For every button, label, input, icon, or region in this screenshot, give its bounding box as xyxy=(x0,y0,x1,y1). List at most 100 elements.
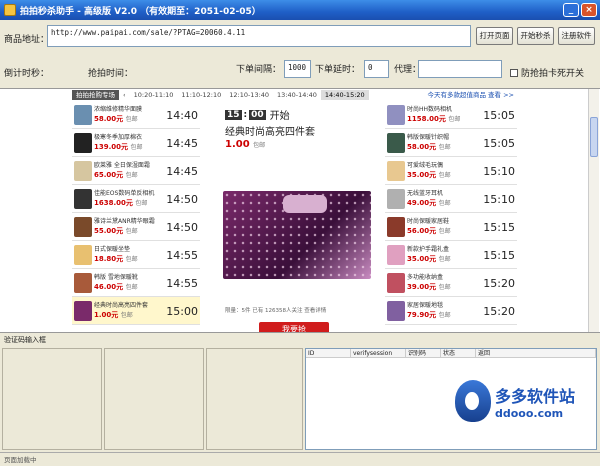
product-name: 无线蓝牙耳机 xyxy=(407,190,444,197)
product-sold: 包邮 xyxy=(120,312,133,319)
scrollbar-thumb[interactable] xyxy=(590,117,598,157)
product-list-item[interactable]: 极寒冬季加厚棉衣 139.00元 包邮 14:45 xyxy=(72,129,200,157)
product-price: 79.90元 包邮 xyxy=(407,311,451,319)
product-name: 雅诗兰黛ANR精华眼霜 xyxy=(94,218,155,225)
product-list-item[interactable]: 可爱绒毛玩偶 35.00元 包邮 15:10 xyxy=(385,157,517,185)
product-list-item[interactable]: 经典时尚高亮四件套 1.00元 包邮 15:00 xyxy=(72,297,200,325)
product-time: 14:55 xyxy=(166,277,198,290)
tab-time[interactable]: 13:40-14:40 xyxy=(273,90,321,100)
product-thumbnail[interactable] xyxy=(74,105,92,125)
product-thumbnail[interactable] xyxy=(74,189,92,209)
product-thumbnail[interactable] xyxy=(74,161,92,181)
column-header[interactable]: 返回 xyxy=(476,349,596,357)
product-thumbnail[interactable] xyxy=(387,301,405,321)
product-time: 14:50 xyxy=(166,193,198,206)
embedded-browser[interactable]: 拍拍抢购专场 ‹ 10:20-11:10 11:10-12:10 12:10-13:4… xyxy=(0,88,600,333)
window-controls: _ × xyxy=(563,3,597,17)
tab-category[interactable]: 拍拍抢购专场 xyxy=(72,90,119,100)
product-thumbnail[interactable] xyxy=(387,105,405,125)
product-list-item[interactable]: 浓缩维修精华面膜 58.00元 包邮 14:40 xyxy=(72,101,200,129)
product-price: 35.00元 包邮 xyxy=(407,171,451,179)
product-thumbnail[interactable] xyxy=(387,217,405,237)
product-list-item[interactable]: 韩版保暖针织帽 58.00元 包邮 15:05 xyxy=(385,129,517,157)
title-bar: 拍拍秒杀助手 - 高级版 V2.0 （有效期至：2051-02-05） _ × xyxy=(0,0,600,20)
product-list-item[interactable]: 无线蓝牙耳机 49.00元 包邮 15:10 xyxy=(385,185,517,213)
product-sold: 包邮 xyxy=(438,172,451,179)
featured-price: 1.00 包邮 xyxy=(225,139,266,150)
start-button[interactable]: 开始秒杀 xyxy=(517,27,554,45)
grab-button[interactable]: 我要抢 xyxy=(259,322,329,332)
column-header[interactable]: 状态 xyxy=(441,349,476,357)
featured-meta: 限量：5件 已有 126358人关注 查看详情 xyxy=(225,308,327,314)
product-name: 日式保暖坐垫 xyxy=(94,246,131,253)
captcha-pane-1[interactable] xyxy=(2,348,102,450)
product-time: 15:00 xyxy=(166,305,198,318)
anti-freeze-checkbox[interactable] xyxy=(510,68,518,77)
product-price: 1638.00元 包邮 xyxy=(94,199,148,207)
product-list-item[interactable]: 家居保暖地毯 79.90元 包邮 15:20 xyxy=(385,297,517,325)
product-list-item[interactable]: 佳能EOS数码单反相机 1638.00元 包邮 14:50 xyxy=(72,185,200,213)
product-price: 139.00元 包邮 xyxy=(94,143,143,151)
product-name: 韩版保暖针织帽 xyxy=(407,134,450,141)
product-sold: 包邮 xyxy=(125,284,138,291)
vertical-scrollbar[interactable] xyxy=(588,89,599,332)
clock-start-label: 开始 xyxy=(269,111,290,122)
product-sold: 包邮 xyxy=(438,144,451,151)
anti-freeze-label: 防抢拍卡死开关 xyxy=(521,69,585,79)
product-name: 极寒冬季加厚棉衣 xyxy=(94,134,143,141)
product-thumbnail[interactable] xyxy=(387,245,405,265)
more-deals-link[interactable]: 今天有多款超值商品 查看 >> xyxy=(423,90,518,100)
url-input[interactable]: http://www.paipai.com/sale/?PTAG=20060.4… xyxy=(47,25,471,47)
product-list-item[interactable]: 日式保暖坐垫 18.80元 包邮 14:55 xyxy=(72,241,200,269)
product-time: 15:10 xyxy=(483,165,515,178)
product-time: 14:50 xyxy=(166,221,198,234)
captcha-pane-2[interactable] xyxy=(104,348,204,450)
close-button[interactable]: × xyxy=(581,3,597,17)
product-sold: 包邮 xyxy=(130,144,143,151)
column-header[interactable]: 识别码 xyxy=(406,349,441,357)
column-header[interactable]: ID xyxy=(306,349,351,357)
captcha-pane-3[interactable] xyxy=(206,348,303,450)
product-list-item[interactable]: 韩版 雪地保暖靴 46.00元 包邮 14:55 xyxy=(72,269,200,297)
proxy-input[interactable] xyxy=(418,60,502,78)
product-time: 15:05 xyxy=(483,137,515,150)
product-thumbnail[interactable] xyxy=(74,133,92,153)
product-price: 58.00元 包邮 xyxy=(407,143,451,151)
tab-time[interactable]: 11:10-12:10 xyxy=(177,90,225,100)
product-thumbnail[interactable] xyxy=(74,273,92,293)
register-button[interactable]: 注册软件 xyxy=(558,27,595,45)
open-page-button[interactable]: 打开页面 xyxy=(476,27,513,45)
product-thumbnail[interactable] xyxy=(387,189,405,209)
product-thumbnail[interactable] xyxy=(387,133,405,153)
product-list-item[interactable]: 时尚HH数码相机 1158.00元 包邮 15:05 xyxy=(385,101,517,129)
product-thumbnail[interactable] xyxy=(387,273,405,293)
product-price: 58.00元 包邮 xyxy=(94,115,138,123)
watermark-zh: 多多软件站 xyxy=(495,386,576,406)
anti-freeze-toggle[interactable]: 防抢拍卡死开关 xyxy=(510,66,584,79)
product-time: 15:20 xyxy=(483,277,515,290)
product-list-item[interactable]: 新款护手霜礼盒 35.00元 包邮 15:15 xyxy=(385,241,517,269)
app-icon xyxy=(4,4,16,16)
featured-product: 15 : 00 开始 经典时尚高亮四件套 1.00 包邮 限量：5件 已有 12… xyxy=(201,101,384,332)
product-list-item[interactable]: 欧莱雅 全日保湿面霜 65.00元 包邮 14:45 xyxy=(72,157,200,185)
clock-hour: 15 xyxy=(225,109,242,120)
column-header[interactable]: verifysession xyxy=(351,349,406,357)
product-list-item[interactable]: 雅诗兰黛ANR精华眼霜 55.00元 包邮 14:50 xyxy=(72,213,200,241)
product-thumbnail[interactable] xyxy=(74,301,92,321)
product-thumbnail[interactable] xyxy=(387,161,405,181)
product-thumbnail[interactable] xyxy=(74,245,92,265)
timeout-input[interactable]: 0 xyxy=(364,60,389,78)
product-list-item[interactable]: 多功能收纳盒 39.00元 包邮 15:20 xyxy=(385,269,517,297)
tab-time[interactable]: 12:10-13:40 xyxy=(225,90,273,100)
tabs-prev-arrow[interactable]: ‹ xyxy=(119,90,130,100)
tab-time[interactable]: 10:20-11:10 xyxy=(130,90,178,100)
tab-time[interactable]: 14:40-15:20 xyxy=(320,90,369,100)
product-sold: 包邮 xyxy=(125,172,138,179)
countdown-label: 倒计时秒： xyxy=(4,69,50,79)
product-thumbnail[interactable] xyxy=(74,217,92,237)
interval-input[interactable]: 1000 xyxy=(284,60,311,78)
minimize-button[interactable]: _ xyxy=(563,3,579,17)
product-list-item[interactable]: 时尚保暖家居鞋 56.00元 包邮 15:15 xyxy=(385,213,517,241)
featured-product-image[interactable] xyxy=(223,191,371,279)
interval-label: 下单间隔： xyxy=(236,65,282,75)
